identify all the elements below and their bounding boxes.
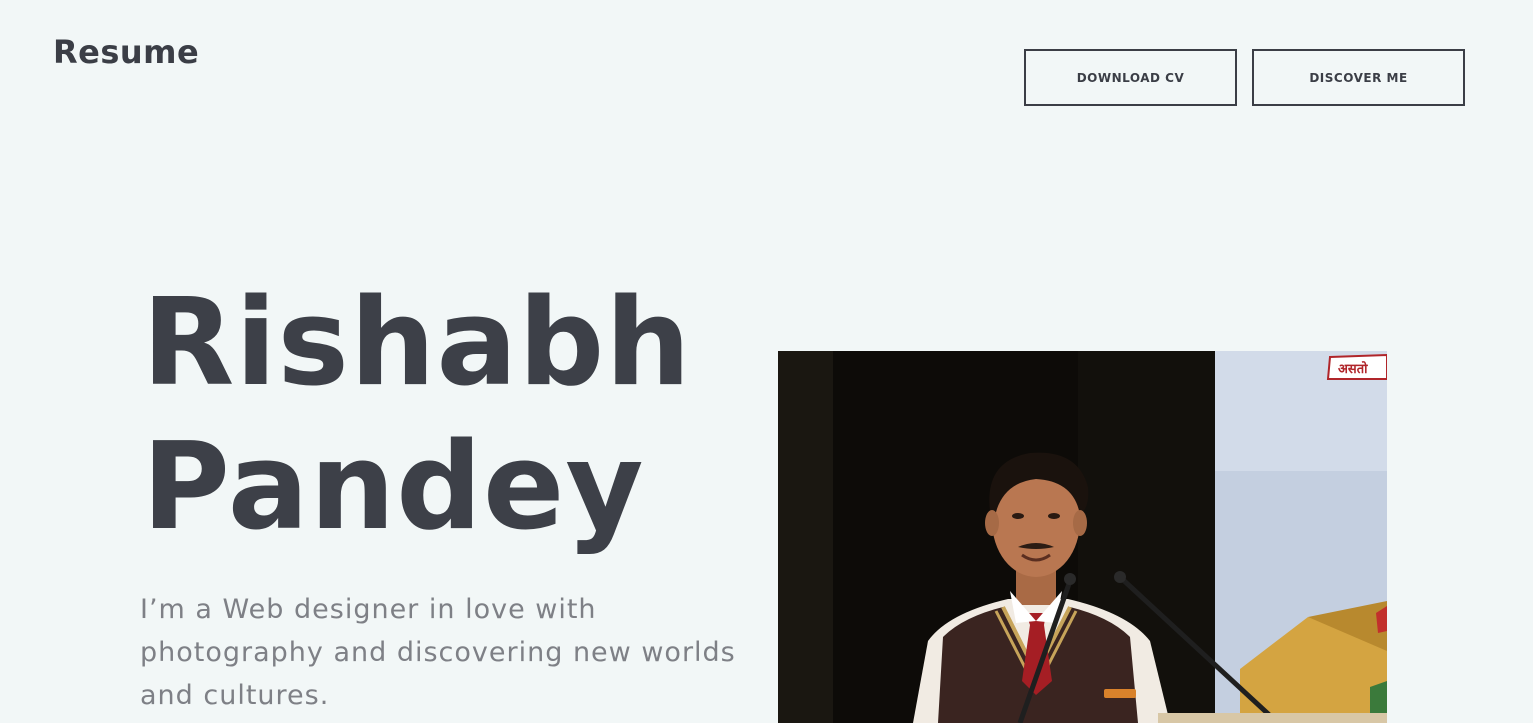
download-cv-button[interactable]: DOWNLOAD CV: [1024, 49, 1237, 106]
first-name: Rishabh: [142, 274, 692, 413]
hero-name: Rishabh Pandey: [142, 272, 692, 560]
profile-photo: असतो: [778, 351, 1387, 723]
discover-me-button[interactable]: DISCOVER ME: [1252, 49, 1465, 106]
banner-sign-text: असतो: [1338, 361, 1368, 377]
logo[interactable]: Resume: [53, 33, 199, 71]
last-name: Pandey: [142, 418, 645, 557]
hero-tagline: I’m a Web designer in love with photogra…: [140, 594, 736, 711]
